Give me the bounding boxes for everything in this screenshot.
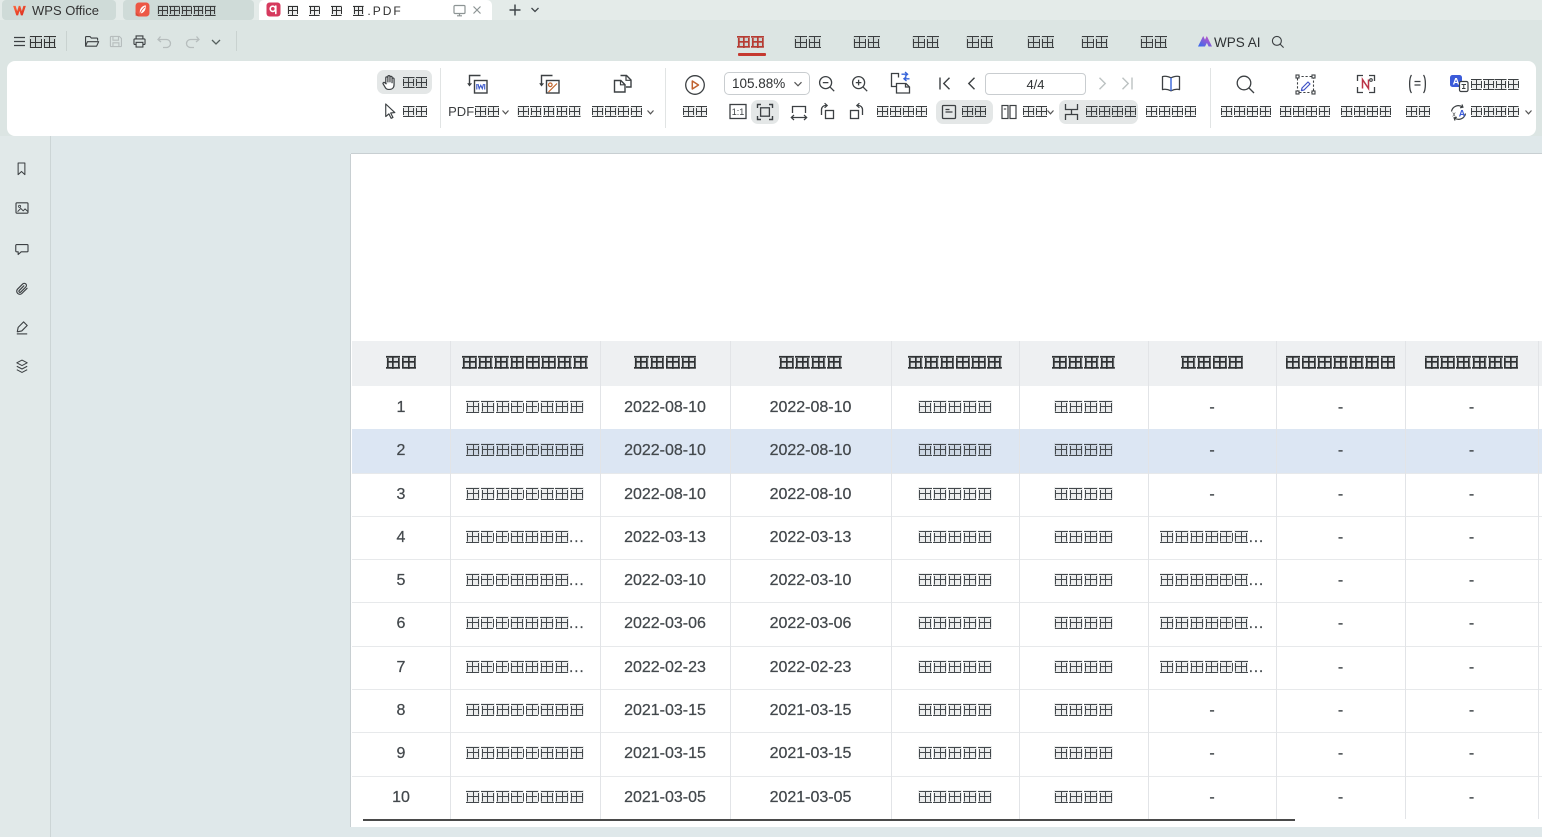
svg-text:A: A xyxy=(1453,77,1460,88)
svg-text:x: x xyxy=(1452,112,1456,119)
svg-text:A: A xyxy=(1459,109,1466,119)
svg-text:1:1: 1:1 xyxy=(732,107,745,117)
